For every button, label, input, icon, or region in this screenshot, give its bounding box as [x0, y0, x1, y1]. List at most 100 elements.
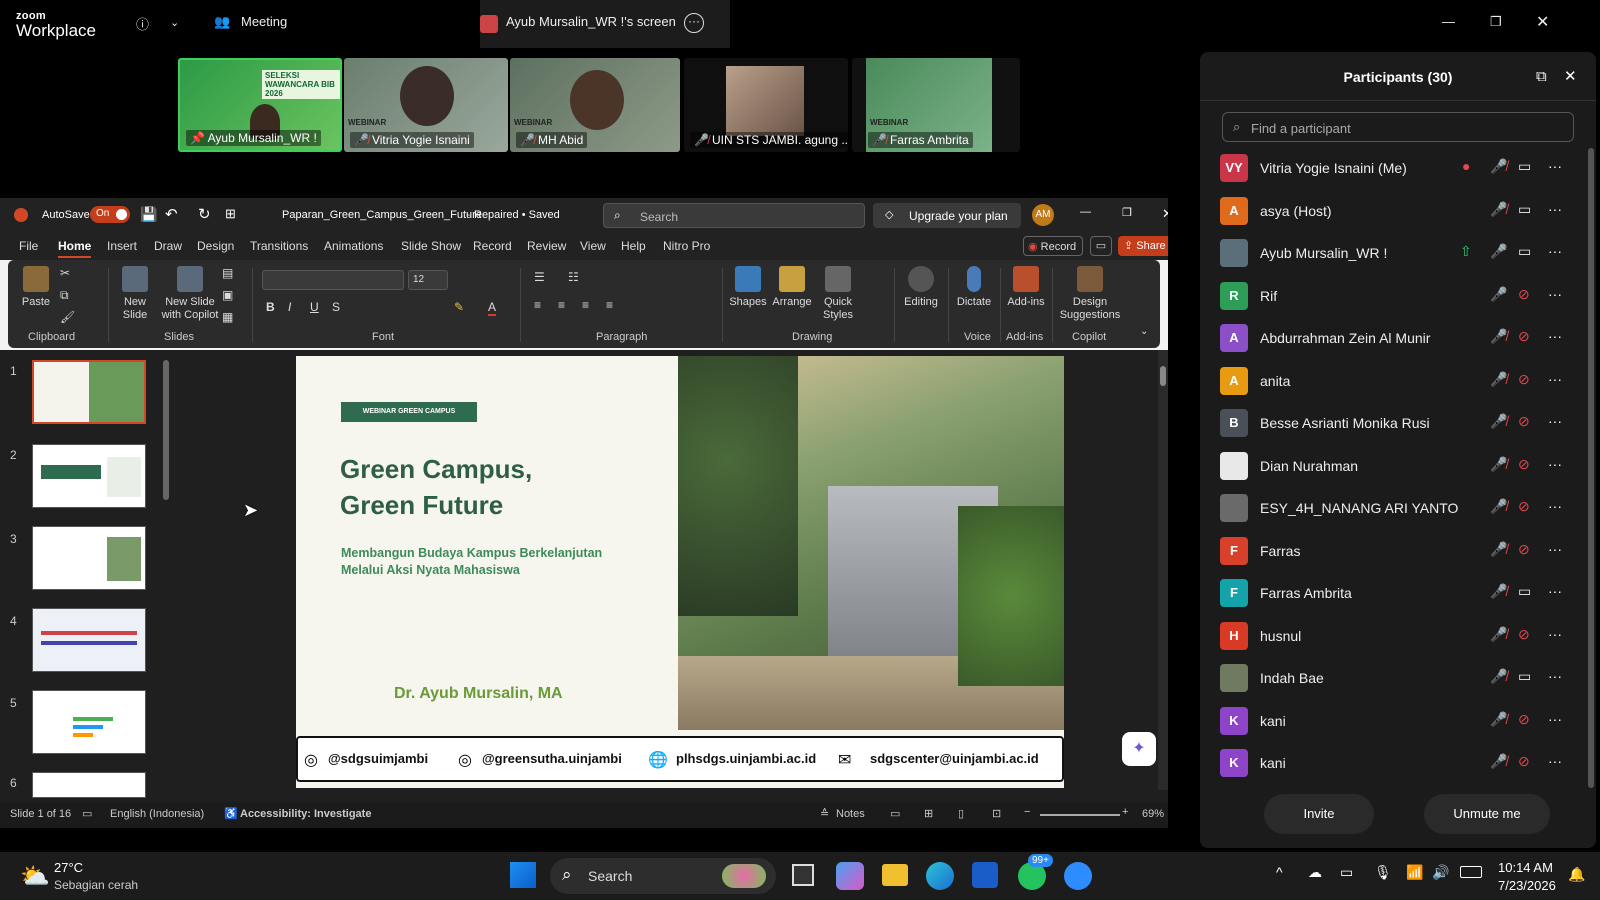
shadow-icon[interactable]: S [332, 300, 340, 314]
autosave-toggle[interactable]: On [90, 206, 130, 223]
clock-time[interactable]: 10:14 AM [1498, 860, 1553, 875]
more-options-icon[interactable]: ··· [1548, 286, 1562, 302]
close-panel-icon[interactable]: ✕ [1564, 67, 1577, 85]
m365-icon[interactable] [836, 862, 864, 890]
more-options-icon[interactable]: ··· [1548, 668, 1562, 684]
mic-off-icon[interactable]: 🎤̸ [1490, 413, 1507, 430]
meeting-label[interactable]: Meeting [241, 14, 287, 29]
slide-thumbnail-1[interactable] [32, 360, 146, 424]
mic-on-icon[interactable]: 🎤 [1490, 243, 1507, 260]
tab-animations[interactable]: Animations [324, 239, 383, 253]
thumbnail-scrollbar[interactable] [163, 360, 169, 500]
mic-on-icon[interactable]: 🎤 [1490, 286, 1507, 303]
mic-off-icon[interactable]: 🎤̸ [1490, 668, 1507, 685]
tab-file[interactable]: File [19, 239, 38, 253]
paste-button[interactable]: Paste [18, 266, 54, 309]
slide-thumbnail-3[interactable] [32, 526, 146, 590]
slide-thumbnail-5[interactable] [32, 690, 146, 754]
reset-icon[interactable]: ▣ [222, 288, 233, 302]
more-options-icon[interactable]: ··· [1548, 158, 1562, 174]
video-off-icon[interactable]: ⊘ [1518, 286, 1530, 303]
notification-icon[interactable]: 🔔 [1568, 866, 1585, 883]
record-button[interactable]: ◉ Record [1023, 236, 1083, 256]
participant-row[interactable]: F Farras Ambrita 🎤̸ ▭ ··· [1220, 575, 1580, 611]
normal-view-icon[interactable]: ▭ [890, 807, 900, 820]
video-on-icon[interactable]: ▭ [1518, 158, 1531, 175]
slide-thumbnail-2[interactable] [32, 444, 146, 508]
video-tile-4[interactable]: WEBINAR 🎤̸ Farras Ambrita [852, 58, 1020, 152]
more-options-icon[interactable]: ··· [1548, 328, 1562, 344]
video-off-icon[interactable]: ⊘ [1518, 413, 1530, 430]
zoom-taskbar-icon[interactable] [1064, 862, 1092, 890]
file-explorer-icon[interactable] [882, 864, 908, 886]
notes-button[interactable]: Notes [836, 808, 865, 820]
video-off-icon[interactable]: ⊘ [1518, 711, 1530, 728]
language-indicator[interactable]: English (Indonesia) [110, 808, 204, 820]
mic-off-icon[interactable]: 🎤̸ [1490, 711, 1507, 728]
redo-icon[interactable]: ↻ [198, 205, 211, 223]
video-tile-0[interactable]: SELEKSI WAWANCARA BIB 2026 📌 Ayub Mursal… [178, 58, 342, 152]
taskbar-search[interactable]: ⌕ Search [550, 858, 776, 894]
italic-icon[interactable]: I [288, 300, 291, 314]
justify-icon[interactable]: ≡ [606, 298, 613, 312]
new-slide-copilot-button[interactable]: New Slide with Copilot [158, 266, 222, 322]
start-icon[interactable] [510, 862, 536, 888]
close-icon[interactable]: ✕ [1536, 12, 1549, 32]
ppt-restore-icon[interactable]: ❐ [1122, 206, 1132, 219]
chevron-down-icon[interactable]: ⌄ [170, 16, 179, 29]
ppt-close-icon[interactable]: ✕ [1162, 206, 1168, 222]
invite-button[interactable]: Invite [1264, 794, 1374, 834]
font-family-select[interactable] [262, 270, 404, 290]
zoom-level[interactable]: 69% [1142, 808, 1164, 820]
tab-draw[interactable]: Draw [154, 239, 182, 253]
participant-row[interactable]: Dian Nurahman 🎤̸ ⊘ ··· [1220, 448, 1580, 484]
battery-icon[interactable] [1460, 866, 1482, 878]
video-off-icon[interactable]: ⊘ [1518, 626, 1530, 643]
more-options-icon[interactable]: ··· [1548, 371, 1562, 387]
accessibility-status[interactable]: Accessibility: Investigate [240, 808, 371, 820]
participant-row[interactable]: Kkani 🎤̸ ⊘ ··· [1220, 703, 1580, 739]
copy-icon[interactable]: ⧉ [60, 288, 69, 303]
store-icon[interactable] [972, 862, 998, 888]
new-slide-button[interactable]: New Slide [112, 266, 158, 322]
more-options-icon[interactable]: ··· [684, 13, 704, 33]
task-view-icon[interactable] [792, 864, 814, 886]
video-off-icon[interactable]: ⊘ [1518, 498, 1530, 515]
participant-scrollbar[interactable] [1588, 148, 1594, 788]
spelling-icon[interactable]: ▭ [82, 807, 92, 820]
underline-icon[interactable]: U [310, 300, 319, 314]
clock-date[interactable]: 7/23/2026 [1498, 878, 1556, 893]
participant-row[interactable]: F Farras 🎤̸ ⊘ ··· [1220, 533, 1580, 569]
collapse-ribbon-icon[interactable]: ⌄ [1140, 326, 1148, 337]
slide-canvas[interactable]: WEBINAR GREEN CAMPUS Green Campus, Green… [296, 356, 1064, 788]
more-options-icon[interactable]: ··· [1548, 583, 1562, 599]
mic-off-icon[interactable]: 🎤̸ [1490, 541, 1507, 558]
quick-styles-button[interactable]: Quick Styles [818, 266, 858, 322]
participant-row[interactable]: Hhusnul 🎤̸ ⊘ ··· [1220, 618, 1580, 654]
cast-icon[interactable]: ▭ [1340, 864, 1353, 881]
reading-view-icon[interactable]: ▯ [958, 807, 964, 820]
mic-off-icon[interactable]: 🎤̸ [1490, 753, 1507, 770]
bullets-icon[interactable]: ☰ [534, 270, 545, 284]
chevron-up-icon[interactable]: ^ [1276, 864, 1283, 880]
save-icon[interactable]: 💾 [140, 206, 157, 223]
tab-transitions[interactable]: Transitions [250, 239, 308, 253]
participant-row[interactable]: Aanita 🎤̸ ⊘ ··· [1220, 363, 1580, 399]
video-tile-3[interactable]: 🎤̸ UIN STS JAMBI. agung ... [684, 58, 848, 152]
participant-row[interactable]: VY Vitria Yogie Isnaini (Me) ● 🎤̸ ▭ ··· [1220, 150, 1580, 186]
tab-review[interactable]: Review [527, 239, 566, 253]
info-icon[interactable]: ⓘ [136, 14, 149, 33]
mic-off-icon[interactable]: 🎤̸ [1490, 371, 1507, 388]
share-button[interactable]: ⇪ Share [1118, 236, 1168, 256]
participant-row[interactable]: Ayub Mursalin_WR ! ⇧ 🎤 ▭ ··· [1220, 235, 1580, 271]
ppt-search-box[interactable]: ⌕ Search [603, 203, 865, 228]
volume-icon[interactable]: 🔊 [1432, 864, 1449, 881]
cut-icon[interactable]: ✂ [60, 266, 70, 280]
more-options-icon[interactable]: ··· [1548, 201, 1562, 217]
file-status[interactable]: Repaired • Saved [474, 209, 560, 221]
participant-row[interactable]: A Abdurrahman Zein Al Munir 🎤̸ ⊘ ··· [1220, 320, 1580, 356]
upgrade-button[interactable]: ◇ Upgrade your plan [873, 203, 1021, 228]
more-options-icon[interactable]: ··· [1548, 498, 1562, 514]
tab-record[interactable]: Record [473, 239, 512, 253]
numbering-icon[interactable]: ☷ [568, 270, 579, 284]
